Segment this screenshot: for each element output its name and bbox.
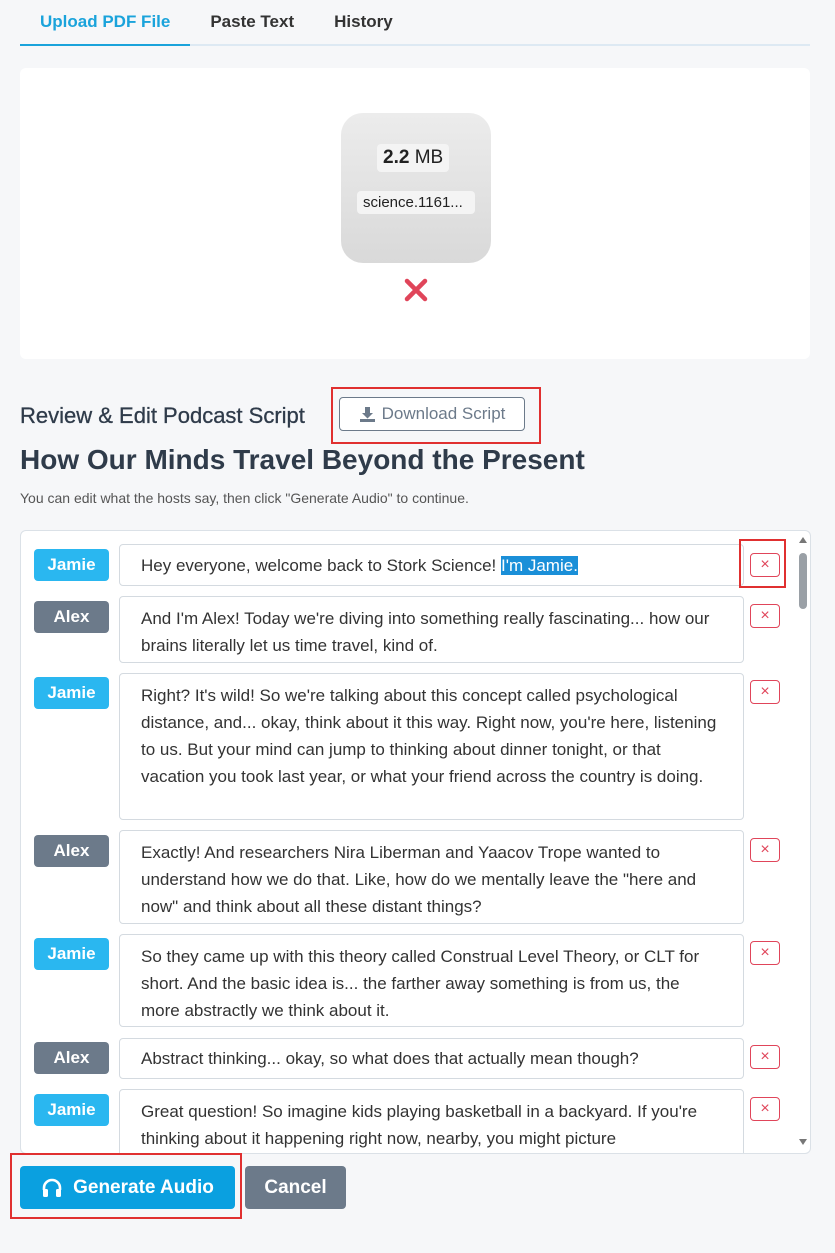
line-text-input[interactable]: Exactly! And researchers Nira Liberman a… [119,830,744,924]
edit-hint: You can edit what the hosts say, then cl… [20,490,469,506]
scroll-thumb[interactable] [799,553,807,609]
cancel-button[interactable]: Cancel [245,1166,346,1209]
review-heading: Review & Edit Podcast Script [20,403,305,428]
tab-paste-text[interactable]: Paste Text [190,0,314,46]
highlight-generate [10,1153,242,1219]
delete-line-button[interactable]: × [750,604,780,628]
upload-panel: 2.2 MB science.1161... [20,68,810,359]
selected-text: I'm Jamie. [501,556,578,575]
file-name: science.1161... [357,191,475,214]
speaker-badge: Jamie [34,549,109,581]
speaker-badge: Alex [34,601,109,633]
review-header: Review & Edit Podcast Script Download Sc… [20,397,525,434]
file-size-number: 2.2 [383,147,410,168]
speaker-badge: Jamie [34,938,109,970]
scroll-up-icon[interactable] [799,537,807,543]
remove-file-icon[interactable] [403,277,429,303]
line-text-input[interactable]: And I'm Alex! Today we're diving into so… [119,596,744,663]
highlight-download [331,387,541,444]
line-text: Hey everyone, welcome back to Stork Scie… [141,556,501,575]
file-size-unit: MB [414,147,444,168]
scroll-down-icon[interactable] [799,1139,807,1145]
scrollbar[interactable] [796,531,810,1153]
file-preview: 2.2 MB science.1161... [341,113,491,263]
speaker-badge: Alex [34,835,109,867]
tab-history[interactable]: History [314,0,413,46]
line-text-input[interactable]: So they came up with this theory called … [119,934,744,1027]
delete-line-button[interactable]: × [750,1097,780,1121]
tab-bar: Upload PDF File Paste Text History [20,0,810,46]
delete-line-button[interactable]: × [750,941,780,965]
speaker-badge: Jamie [34,677,109,709]
line-text-input[interactable]: Abstract thinking... okay, so what does … [119,1038,744,1079]
podcast-title: How Our Minds Travel Beyond the Present [20,444,585,475]
script-editor[interactable]: Jamie Hey everyone, welcome back to Stor… [20,530,811,1154]
file-size: 2.2 MB [377,144,450,172]
highlight-delete [739,539,786,588]
delete-line-button[interactable]: × [750,680,780,704]
line-text-input[interactable]: Right? It's wild! So we're talking about… [119,673,744,820]
line-text-input[interactable]: Hey everyone, welcome back to Stork Scie… [119,544,744,586]
line-text-input[interactable]: Great question! So imagine kids playing … [119,1089,744,1153]
delete-line-button[interactable]: × [750,838,780,862]
speaker-badge: Jamie [34,1094,109,1126]
delete-line-button[interactable]: × [750,1045,780,1069]
tab-upload-pdf[interactable]: Upload PDF File [20,0,191,46]
speaker-badge: Alex [34,1042,109,1074]
